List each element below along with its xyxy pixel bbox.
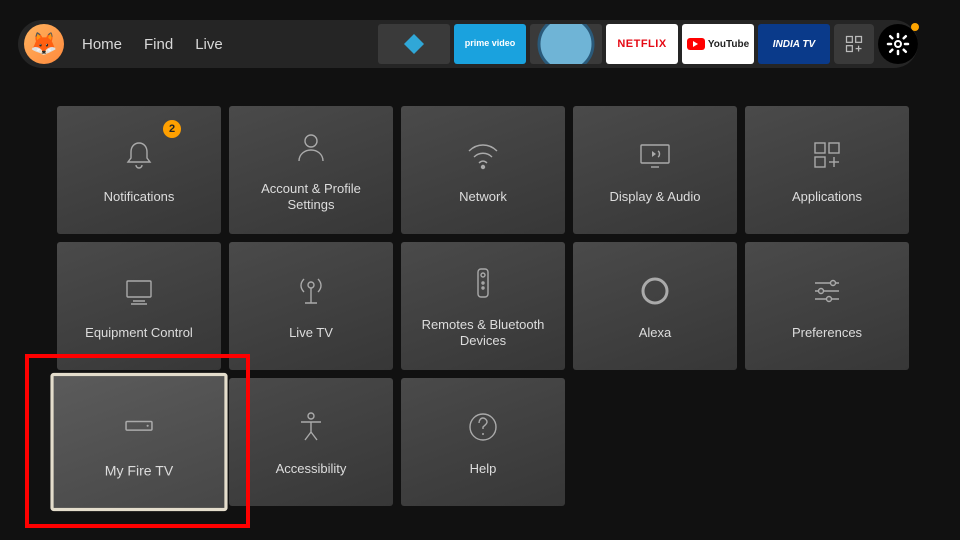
tile-label: Network (459, 189, 507, 205)
tile-help[interactable]: Help (401, 378, 565, 506)
tile-label: Remotes & Bluetooth Devices (409, 317, 557, 350)
tile-applications[interactable]: Applications (745, 106, 909, 234)
antenna-icon (291, 271, 331, 311)
tile-label: Live TV (289, 325, 333, 341)
tile-live-tv[interactable]: Live TV (229, 242, 393, 370)
app-netflix[interactable]: NETFLIX (606, 24, 678, 64)
app-india-tv[interactable]: INDIA TV (758, 24, 830, 64)
tile-label: Display & Audio (609, 189, 700, 205)
apps-grid-icon (844, 34, 864, 54)
recent-apps-row: prime video NETFLIX YouTube INDIA TV (378, 24, 830, 64)
wifi-icon (463, 135, 503, 175)
nav-find[interactable]: Find (144, 36, 173, 53)
tile-display-audio[interactable]: Display & Audio (573, 106, 737, 234)
remote-icon (463, 263, 503, 303)
globe-icon (530, 24, 602, 64)
monitor-audio-icon (635, 135, 675, 175)
nav-live[interactable]: Live (195, 36, 223, 53)
tile-preferences[interactable]: Preferences (745, 242, 909, 370)
tile-label: Account & Profile Settings (237, 181, 385, 214)
tile-accessibility[interactable]: Accessibility (229, 378, 393, 506)
tile-label: Accessibility (276, 461, 347, 477)
notification-count-badge: 2 (163, 120, 181, 138)
kodi-icon (402, 32, 426, 56)
tv-icon (119, 271, 159, 311)
app-silk-browser[interactable] (530, 24, 602, 64)
tile-notifications[interactable]: 2 Notifications (57, 106, 221, 234)
tile-alexa[interactable]: Alexa (573, 242, 737, 370)
bell-icon (119, 135, 159, 175)
tile-label: Equipment Control (85, 325, 193, 341)
app-youtube[interactable]: YouTube (682, 24, 754, 64)
app-kodi[interactable] (378, 24, 450, 64)
tile-account-profile[interactable]: Account & Profile Settings (229, 106, 393, 234)
sliders-icon (807, 271, 847, 311)
tile-my-fire-tv[interactable]: My Fire TV (50, 373, 227, 511)
alexa-ring-icon (635, 271, 675, 311)
tile-label: Help (470, 461, 497, 477)
app-prime-video[interactable]: prime video (454, 24, 526, 64)
tile-label: My Fire TV (105, 462, 173, 480)
question-icon (463, 407, 503, 447)
nav-links: Home Find Live (82, 36, 223, 53)
gear-icon (886, 32, 910, 56)
tile-remotes-bluetooth[interactable]: Remotes & Bluetooth Devices (401, 242, 565, 370)
youtube-label: YouTube (708, 39, 749, 50)
youtube-play-icon (687, 38, 705, 50)
tile-network[interactable]: Network (401, 106, 565, 234)
apps-icon (807, 135, 847, 175)
settings-grid: 2 Notifications Account & Profile Settin… (57, 106, 909, 506)
profile-avatar[interactable]: 🦊 (24, 24, 64, 64)
tile-label: Applications (792, 189, 862, 205)
person-icon (291, 127, 331, 167)
settings-button[interactable] (878, 24, 918, 64)
tile-label: Preferences (792, 325, 862, 341)
nav-home[interactable]: Home (82, 36, 122, 53)
tile-label: Alexa (639, 325, 672, 341)
tile-label: Notifications (104, 189, 175, 205)
accessibility-icon (291, 407, 331, 447)
all-apps-button[interactable] (834, 24, 874, 64)
top-navigation-bar: 🦊 Home Find Live prime video NETFLIX You… (18, 20, 918, 68)
tile-equipment-control[interactable]: Equipment Control (57, 242, 221, 370)
device-icon (117, 404, 160, 447)
